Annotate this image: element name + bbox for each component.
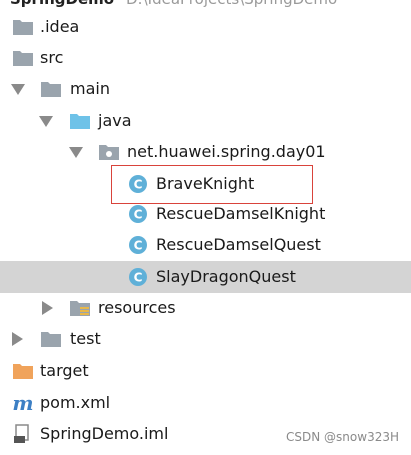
tree-item-label: SpringDemo.iml bbox=[40, 424, 169, 443]
maven-icon: m bbox=[12, 393, 33, 413]
tree-item-label: net.huawei.spring.day01 bbox=[127, 142, 326, 161]
class-icon: C bbox=[129, 236, 147, 254]
svg-text:C: C bbox=[134, 239, 143, 253]
tree-item-label: target bbox=[40, 361, 89, 380]
folder-icon bbox=[13, 51, 33, 66]
tree-item-label: resources bbox=[98, 298, 176, 317]
highlight-box bbox=[111, 165, 313, 204]
source-folder-icon bbox=[70, 114, 90, 129]
class-icon: C bbox=[129, 205, 147, 223]
svg-text:m: m bbox=[12, 393, 33, 413]
folder-icon bbox=[41, 82, 61, 97]
excluded-folder-icon bbox=[13, 364, 33, 379]
tree-item-src[interactable]: src bbox=[0, 43, 411, 73]
collapse-arrow-icon[interactable] bbox=[42, 301, 53, 315]
tree-item-resources[interactable]: resources bbox=[0, 293, 411, 323]
tree-item-label: src bbox=[40, 48, 64, 67]
tree-item-label: RescueDamselQuest bbox=[156, 235, 321, 254]
watermark: CSDN @snow323H bbox=[286, 430, 399, 444]
tree-item-slay-dragon-quest[interactable]: C SlayDragonQuest bbox=[0, 261, 411, 293]
tree-item-label: SlayDragonQuest bbox=[156, 267, 296, 286]
project-header: SpringDemo D:\IdeaProjects\SpringDemo bbox=[0, 0, 411, 10]
project-tree: SpringDemo D:\IdeaProjects\SpringDemo .i… bbox=[0, 0, 411, 455]
tree-item-target[interactable]: target bbox=[0, 356, 411, 386]
expand-arrow-icon[interactable] bbox=[69, 147, 83, 158]
collapse-arrow-icon[interactable] bbox=[12, 332, 23, 346]
folder-icon bbox=[13, 20, 33, 35]
expand-arrow-icon[interactable] bbox=[39, 116, 53, 127]
tree-item-label: pom.xml bbox=[40, 393, 111, 412]
tree-item-test[interactable]: test bbox=[0, 324, 411, 354]
tree-item-pom[interactable]: m pom.xml bbox=[0, 388, 411, 418]
tree-item-rescue-damsel-quest[interactable]: C RescueDamselQuest bbox=[0, 230, 411, 260]
svg-text:C: C bbox=[134, 271, 143, 285]
tree-item-main[interactable]: main bbox=[0, 74, 411, 104]
tree-item-package[interactable]: net.huawei.spring.day01 bbox=[0, 137, 411, 167]
tree-item-java[interactable]: java bbox=[0, 106, 411, 136]
class-icon: C bbox=[129, 268, 147, 286]
tree-item-label: java bbox=[98, 111, 132, 130]
expand-arrow-icon[interactable] bbox=[11, 84, 25, 95]
resources-folder-icon bbox=[70, 301, 90, 316]
project-path: D:\IdeaProjects\SpringDemo bbox=[126, 0, 337, 10]
package-icon bbox=[99, 145, 119, 160]
folder-icon bbox=[41, 332, 61, 347]
tree-item-label: idea bbox=[45, 17, 80, 36]
svg-text:C: C bbox=[134, 208, 143, 222]
tree-item-idea[interactable]: .idea bbox=[0, 12, 411, 42]
tree-item-label: main bbox=[70, 79, 110, 98]
module-file-icon bbox=[14, 424, 29, 443]
project-name: SpringDemo bbox=[10, 0, 114, 10]
tree-item-label: test bbox=[70, 329, 101, 348]
